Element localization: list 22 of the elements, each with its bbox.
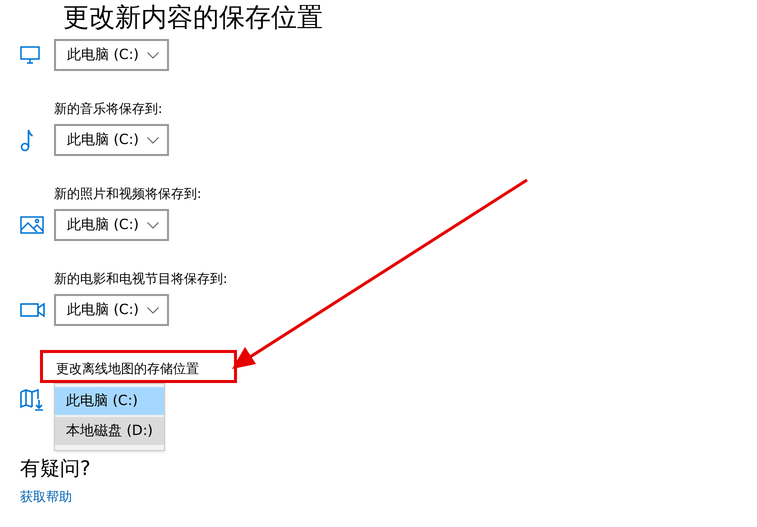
dropdown[interactable]: 此电脑 (C:) (54, 124, 169, 156)
menu-option[interactable]: 本地磁盘 (D:) (55, 417, 164, 445)
setting-label: 更改离线地图的存储位置 (40, 350, 237, 383)
setting-label: 新的音乐将保存到: (54, 101, 164, 119)
setting-label: 新的照片和视频将保存到: (54, 186, 202, 204)
video-camera-icon (20, 302, 46, 318)
dropdown[interactable]: 此电脑 (C:) (54, 294, 169, 326)
image-icon (20, 216, 44, 234)
music-note-icon (20, 128, 34, 152)
map-download-icon (20, 389, 46, 411)
chevron-down-icon (147, 306, 159, 314)
chevron-down-icon (147, 136, 159, 144)
menu-option[interactable]: 此电脑 (C:) (55, 387, 164, 415)
chevron-down-icon (147, 52, 159, 58)
page-title: 更改新内容的保存位置 (63, 2, 324, 35)
help-heading: 有疑问? (20, 455, 92, 481)
help-link[interactable]: 获取帮助 (20, 489, 72, 507)
computer-icon (20, 46, 40, 64)
chevron-down-icon (147, 222, 159, 228)
setting-label: 新的电影和电视节目将保存到: (54, 271, 228, 289)
dropdown[interactable]: 此电脑 (C:) (54, 209, 169, 241)
dropdown[interactable]: 此电脑 (C:) (54, 39, 169, 71)
